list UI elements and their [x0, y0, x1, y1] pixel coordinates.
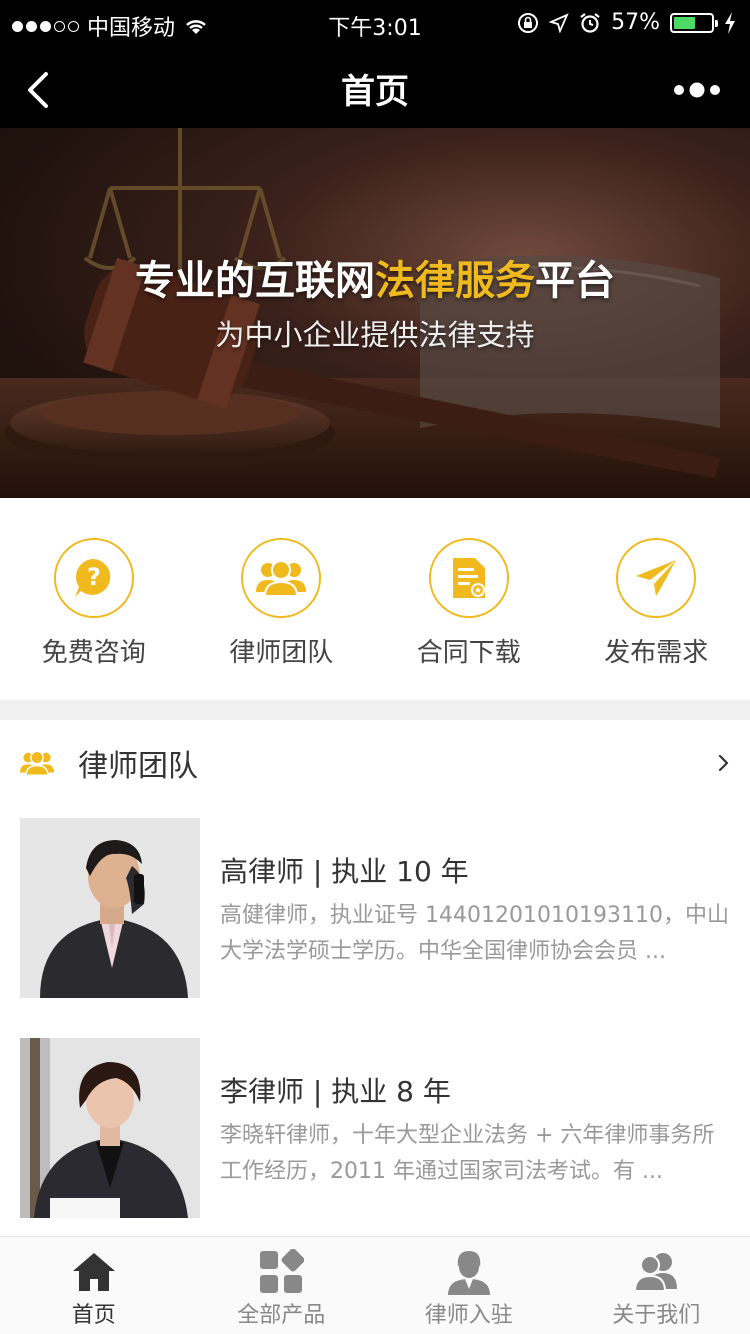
tab-label: 首页 — [71, 1303, 116, 1328]
entry-label: 合同下载 — [416, 638, 521, 668]
page-title: 首页 — [341, 72, 409, 112]
tab-lawyer-join[interactable]: 律师入驻 — [375, 1237, 563, 1334]
contract-document-icon — [452, 558, 485, 598]
tab-label: 关于我们 — [612, 1303, 701, 1328]
status-bar: 中国移动 下午3:01 57% — [0, 0, 750, 52]
entry-label: 发布需求 — [604, 638, 709, 668]
lawyer-card[interactable]: 李律师 | 执业 8 年 李晓轩律师，十年大型企业法务 + 六年律师事务所工作经… — [0, 1038, 750, 1258]
lawyer-name: 高律师 | 执业 10 年 — [220, 855, 469, 888]
tab-about-us[interactable]: 关于我们 — [563, 1237, 750, 1334]
lawyer-avatar — [20, 818, 200, 998]
tab-label: 全部产品 — [237, 1303, 326, 1328]
lawyer-avatar — [20, 1038, 200, 1218]
tab-all-products[interactable]: 全部产品 — [188, 1237, 376, 1334]
rotation-lock-icon — [518, 12, 539, 33]
lawyer-name: 李律师 | 执业 8 年 — [220, 1075, 451, 1108]
lawyer-icon — [447, 1251, 490, 1295]
entry-publish-demand[interactable]: 发布需求 — [563, 498, 750, 700]
team-icon — [20, 750, 54, 776]
section-header-lawyer-team[interactable]: 律师团队 — [0, 720, 750, 806]
banner-subtitle: 为中小企业提供法律支持 — [215, 318, 535, 352]
banner-headline: 专业的互联网法律服务平台 — [135, 258, 615, 304]
lawyer-description: 李晓轩律师，十年大型企业法务 + 六年律师事务所工作经历，2011 年通过国家司… — [220, 1123, 715, 1184]
home-icon — [72, 1253, 115, 1291]
svg-text:?: ? — [87, 563, 101, 591]
entry-label: 律师团队 — [229, 638, 334, 668]
quick-entry-grid: ? 免费咨询 律师团队 合同下载 发布需求 — [0, 498, 750, 700]
nav-bar: 首页 — [0, 52, 750, 128]
section-title: 律师团队 — [78, 749, 198, 784]
paper-plane-icon — [636, 560, 677, 596]
entry-contract-download[interactable]: 合同下载 — [375, 498, 563, 700]
team-icon — [256, 560, 307, 597]
tab-label: 律师入驻 — [424, 1303, 513, 1328]
lawyer-description: 高健律师，执业证号 14401201010193110，中山大学法学硕士学历。中… — [220, 903, 729, 964]
entry-lawyer-team[interactable]: 律师团队 — [188, 498, 376, 700]
hero-banner[interactable]: 专业的互联网法律服务平台 为中小企业提供法律支持 — [0, 128, 750, 498]
chevron-right-icon[interactable] — [716, 750, 732, 776]
people-icon — [634, 1253, 678, 1292]
question-bubble-icon: ? — [74, 559, 110, 597]
charging-icon — [725, 11, 735, 34]
location-icon — [549, 12, 569, 33]
battery-icon — [670, 12, 718, 33]
battery-percent: 57% — [611, 10, 660, 35]
tab-home[interactable]: 首页 — [0, 1237, 188, 1334]
entry-label: 免费咨询 — [41, 638, 146, 668]
section-divider — [0, 700, 750, 720]
lawyer-card[interactable]: 高律师 | 执业 10 年 高健律师，执业证号 1440120101019311… — [0, 818, 750, 1038]
more-dots-icon[interactable] — [672, 76, 722, 104]
grid-icon — [260, 1249, 305, 1293]
alarm-icon — [580, 12, 600, 33]
tab-bar: 首页 全部产品 律师入驻 关于我们 — [0, 1236, 750, 1334]
entry-free-consult[interactable]: ? 免费咨询 — [0, 498, 188, 700]
